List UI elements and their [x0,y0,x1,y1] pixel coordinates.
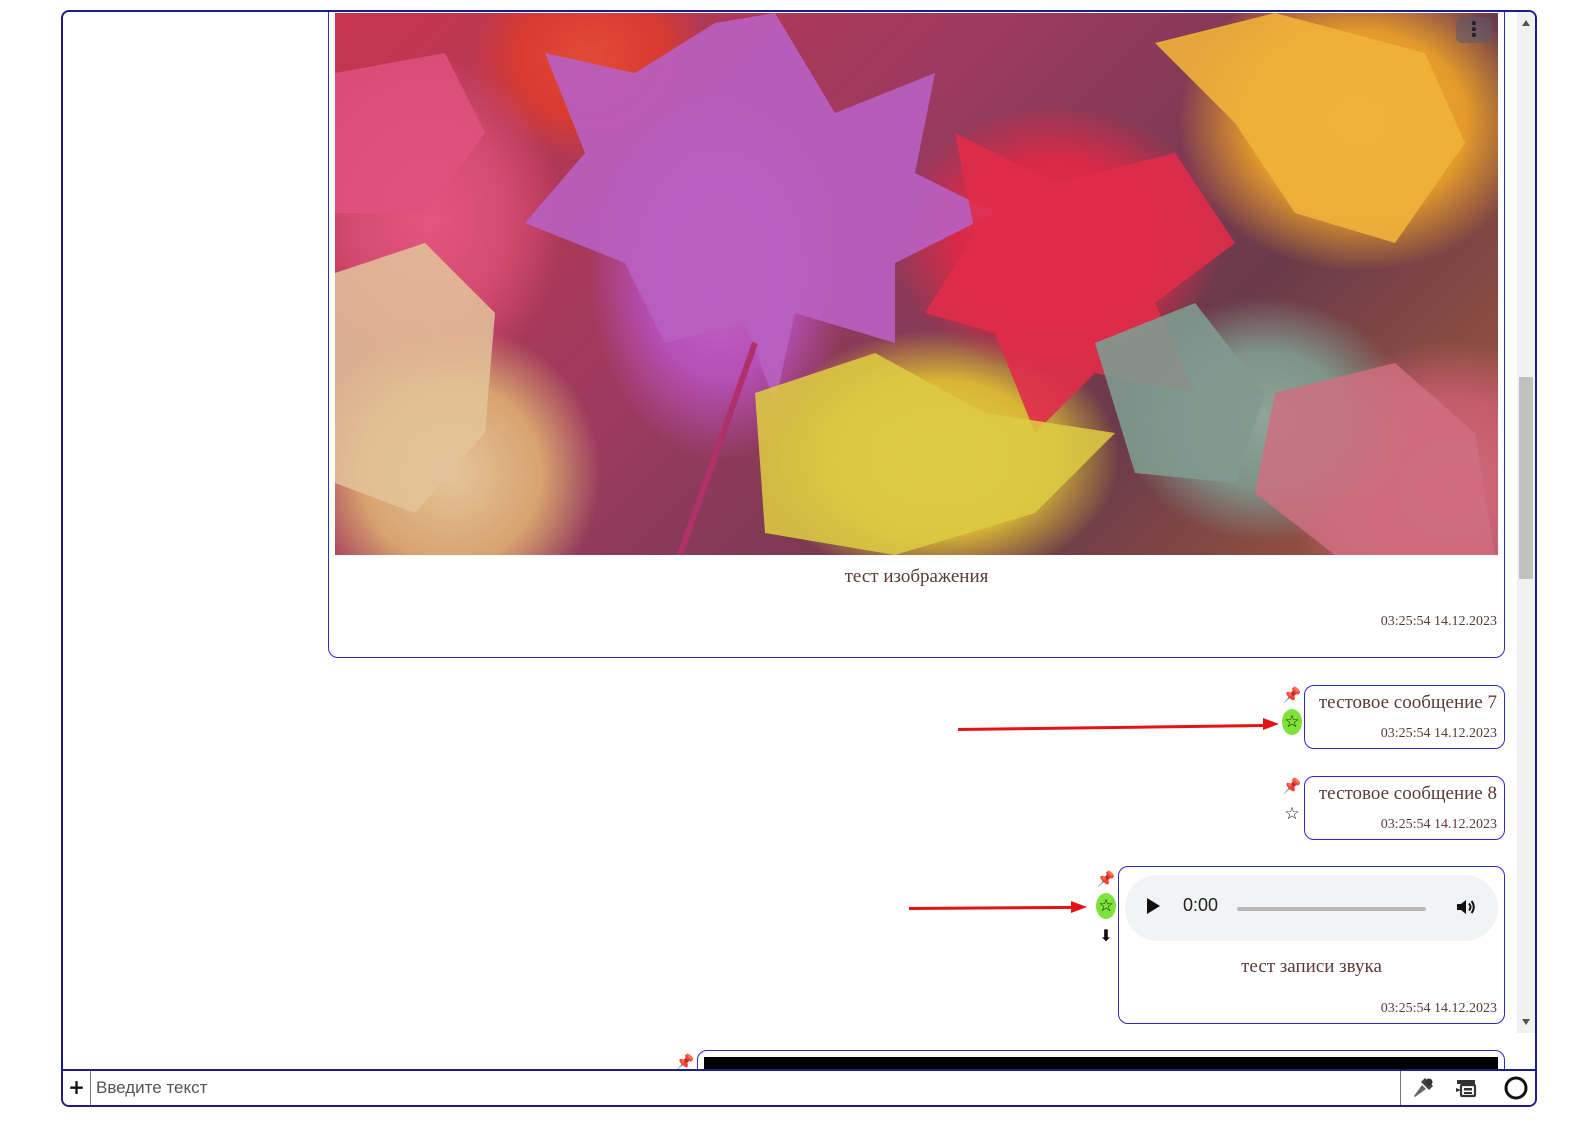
leaves-artwork [335,13,1495,555]
image-message: ⋮ тест изображения 03:25:54 14.12.2023 [328,12,1505,658]
annotation-arrowhead [1263,718,1279,730]
message-timestamp: 03:25:54 14.12.2023 [1380,614,1497,629]
message-timestamp: 03:25:54 14.12.2023 [1380,726,1497,741]
pin-icon[interactable]: 📌 [1282,776,1302,796]
message-timestamp: 03:25:54 14.12.2023 [1380,1001,1497,1016]
pin-icon[interactable]: 📌 [1096,869,1116,889]
chat-window: ⋮ тест изображения 03:25:54 14.12.2023 📌… [61,10,1537,1107]
star-icon[interactable]: ☆ [1282,709,1302,735]
scroll-down-arrow[interactable] [1522,1019,1530,1025]
message-input-bar: + [63,1069,1535,1105]
video-player[interactable] [704,1057,1498,1069]
star-icon[interactable]: ☆ [1096,893,1116,919]
annotation-arrowhead [1071,901,1087,913]
volume-icon[interactable] [1454,895,1478,919]
text-message: тестовое сообщение 7 03:25:54 14.12.2023 [1304,685,1505,749]
image-caption: тест изображения [844,566,989,587]
audio-caption: тест записи звука [1241,956,1382,977]
annotation-arrow [908,905,1080,910]
scroll-up-arrow[interactable] [1522,20,1530,26]
audio-current-time: 0:00 [1183,895,1219,915]
attach-button[interactable]: + [63,1071,90,1105]
star-icon[interactable]: ☆ [1282,804,1302,824]
annotation-arrow [957,723,1264,731]
text-message: тестовое сообщение 8 03:25:54 14.12.2023 [1304,776,1505,840]
video-message [697,1050,1505,1069]
image-menu-button[interactable]: ⋮ [1456,17,1492,43]
message-timestamp: 03:25:54 14.12.2023 [1380,817,1497,832]
video-record-icon[interactable] [1453,1074,1481,1102]
message-text: тестовое сообщение 8 [1318,783,1497,804]
scroll-thumb[interactable] [1519,377,1533,579]
autumn-leaves-photo[interactable]: ⋮ [335,13,1498,555]
audio-message: 0:00 тест записи звука 03:25:54 14.12.20… [1118,866,1505,1024]
play-icon[interactable] [1147,898,1160,914]
audio-progress-track[interactable] [1237,907,1426,911]
record-circle-icon[interactable] [1502,1074,1530,1102]
download-icon[interactable]: ⬇ [1096,926,1116,946]
audio-player: 0:00 [1125,875,1498,941]
pin-icon[interactable]: 📌 [1282,685,1302,705]
microphone-icon[interactable] [1409,1074,1437,1102]
message-input[interactable] [90,1071,1401,1105]
pin-icon[interactable]: 📌 [675,1052,695,1069]
message-text: тестовое сообщение 7 [1318,692,1497,713]
message-list[interactable]: ⋮ тест изображения 03:25:54 14.12.2023 📌… [63,12,1535,1069]
scrollbar[interactable] [1517,12,1535,1033]
